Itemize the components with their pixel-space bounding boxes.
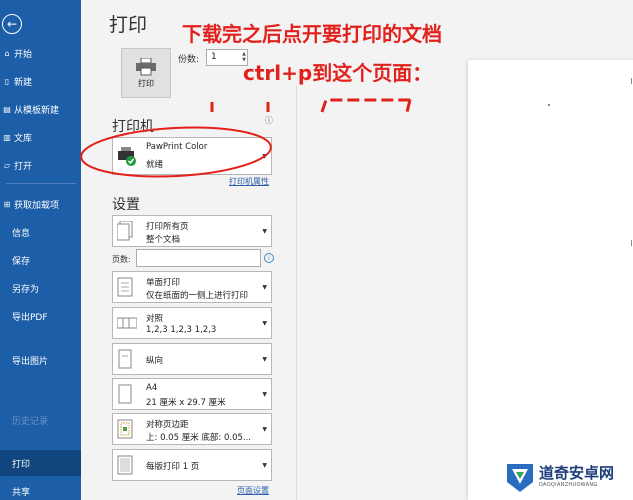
watermark-title: 道奇安卓网 xyxy=(539,464,615,482)
annotation-dash xyxy=(320,98,412,117)
watermark-subtitle: DAOQIANZHUOWANG xyxy=(539,482,598,488)
watermark: 道奇安卓网 DAOQIANZHUOWANG xyxy=(503,460,631,498)
printer-highlight-circle xyxy=(80,126,272,178)
watermark-logo-icon xyxy=(507,464,533,492)
annotation-marks xyxy=(80,98,412,178)
